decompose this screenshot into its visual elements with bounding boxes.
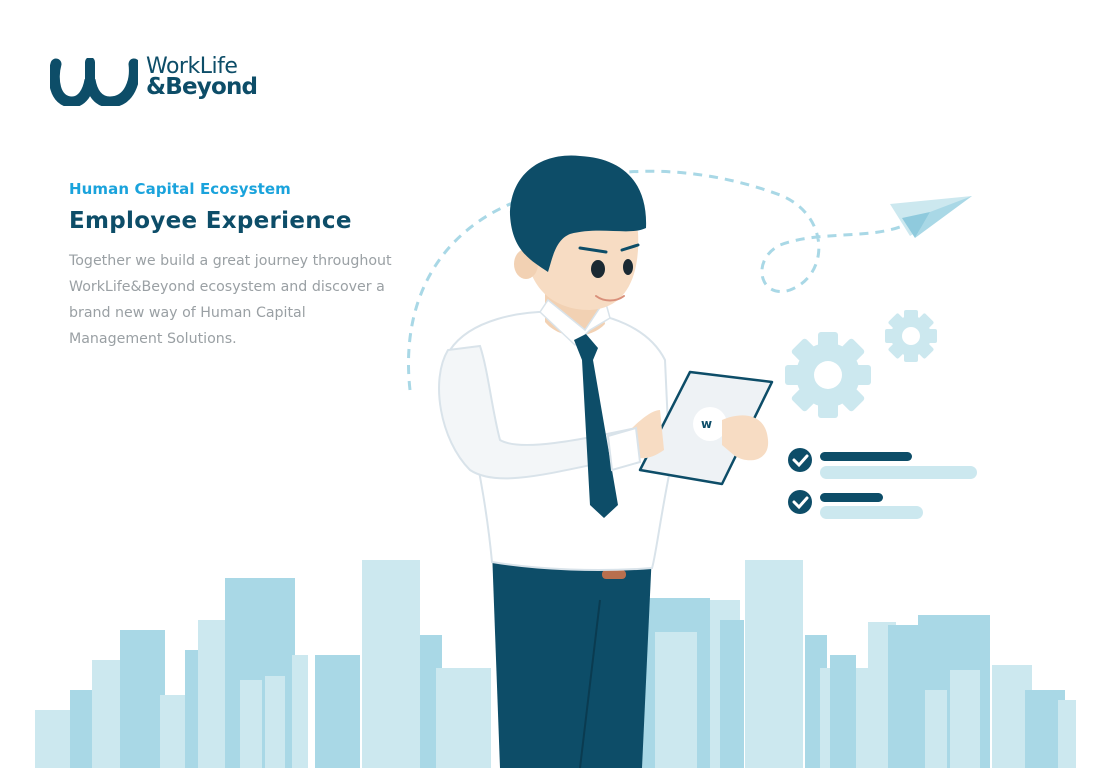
hero-illustration: w	[35, 155, 1076, 768]
paper-plane-icon	[890, 196, 972, 238]
svg-text:w: w	[701, 417, 712, 431]
gear-icon	[785, 310, 937, 418]
checklist-icon	[788, 448, 977, 519]
